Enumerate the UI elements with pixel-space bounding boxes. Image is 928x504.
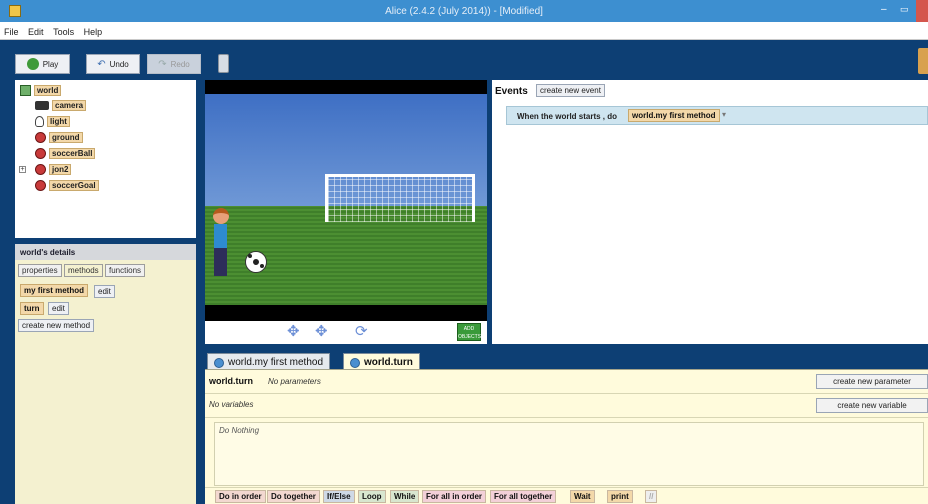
turn-arrows-icon[interactable]: ✥: [315, 322, 328, 340]
undo-icon: ↶: [97, 58, 106, 70]
tab-methods[interactable]: methods: [64, 264, 103, 277]
soccer-ball: [245, 251, 267, 273]
tree-item-light[interactable]: light: [35, 116, 70, 127]
maximize-icon[interactable]: ▭: [900, 4, 912, 16]
play-icon: [26, 58, 39, 70]
tab-world-my-first-method[interactable]: world.my first method: [207, 353, 331, 369]
details-panel: [15, 244, 196, 504]
dropdown-icon[interactable]: ▾: [722, 110, 726, 119]
event-world-starts[interactable]: When the world starts , do world.my firs…: [506, 106, 928, 125]
redo-button[interactable]: ↷ Redo: [147, 54, 201, 74]
no-variables-label: No variables: [209, 400, 254, 409]
menu-edit[interactable]: Edit: [24, 22, 47, 37]
expand-icon[interactable]: +: [19, 166, 26, 173]
if-else-block[interactable]: If/Else: [323, 490, 355, 503]
trash-icon[interactable]: [218, 54, 229, 73]
wait-block[interactable]: Wait: [570, 490, 595, 503]
close-button[interactable]: [916, 0, 928, 22]
menu-file[interactable]: File: [0, 22, 22, 37]
comment-block[interactable]: //: [645, 490, 658, 503]
object-icon: [35, 164, 46, 175]
method-icon: [214, 357, 224, 368]
soccer-goal: [325, 174, 475, 222]
do-together-block[interactable]: Do together: [267, 490, 320, 503]
events-label: Events: [495, 86, 528, 97]
minimize-icon[interactable]: –: [881, 4, 893, 16]
object-icon: [35, 148, 46, 159]
tree-item-jon2[interactable]: jon2: [35, 164, 72, 175]
character-legs: [214, 248, 227, 276]
redo-icon: ↷: [158, 58, 167, 70]
tree-item-world[interactable]: world: [20, 85, 62, 96]
method-icon: [350, 357, 360, 368]
do-in-order-block[interactable]: Do in order: [215, 490, 266, 503]
tab-properties[interactable]: properties: [18, 264, 62, 277]
world-icon: [20, 85, 31, 96]
method-body[interactable]: Do Nothing: [214, 422, 924, 486]
object-icon: [35, 180, 46, 191]
no-parameters-label: No parameters: [268, 377, 321, 386]
add-objects-button[interactable]: ADD OBJECTS: [457, 323, 481, 341]
for-all-together-block[interactable]: For all together: [490, 490, 557, 503]
tilt-arrows-icon[interactable]: ⟳: [355, 322, 368, 340]
details-title: world's details: [15, 244, 196, 260]
method-editor: world.turn No parameters No variables Do…: [205, 369, 928, 504]
tree-item-camera[interactable]: camera: [35, 100, 87, 111]
for-all-in-order-block[interactable]: For all in order: [422, 490, 487, 503]
menu-help[interactable]: Help: [80, 22, 106, 37]
light-icon: [35, 116, 44, 127]
method-my-first-method[interactable]: my first method: [20, 284, 89, 297]
window-title: Alice (2.4.2 (July 2014)) - [Modified]: [385, 6, 543, 17]
tab-functions[interactable]: functions: [105, 264, 146, 277]
event-text: When the world starts , do: [517, 112, 618, 121]
create-new-method-button[interactable]: create new method: [18, 319, 95, 332]
method-turn[interactable]: turn: [20, 302, 44, 315]
character-body: [214, 224, 227, 248]
edit-button[interactable]: edit: [48, 302, 69, 315]
title-bar: Alice (2.4.2 (July 2014)) - [Modified] –…: [0, 0, 928, 22]
scene-view[interactable]: [205, 80, 487, 321]
tree-item-ground[interactable]: ground: [35, 132, 83, 143]
edit-button[interactable]: edit: [94, 285, 115, 298]
loop-block[interactable]: Loop: [358, 490, 386, 503]
character-head: [213, 208, 229, 224]
method-name: world.turn: [209, 376, 253, 386]
create-new-event-button[interactable]: create new event: [536, 84, 605, 97]
tab-world-turn[interactable]: world.turn: [343, 353, 420, 369]
play-button[interactable]: Play: [15, 54, 70, 74]
menu-tools[interactable]: Tools: [49, 22, 77, 37]
while-block[interactable]: While: [390, 490, 420, 503]
create-new-parameter-button[interactable]: create new parameter: [816, 374, 928, 389]
tree-item-soccergoal[interactable]: soccerGoal: [35, 180, 99, 191]
undo-button[interactable]: ↶ Undo: [86, 54, 140, 74]
move-arrows-icon[interactable]: ✥: [287, 322, 300, 340]
camera-icon: [35, 101, 49, 110]
camera-controls: ✥ ✥ ⟳: [205, 321, 487, 344]
object-icon: [35, 132, 46, 143]
print-block[interactable]: print: [607, 490, 633, 503]
create-new-variable-button[interactable]: create new variable: [816, 398, 928, 413]
menu-bar: File Edit Tools Help: [0, 22, 928, 40]
event-method[interactable]: world.my first method: [628, 109, 720, 122]
do-nothing-label: Do Nothing: [219, 426, 260, 435]
side-tab[interactable]: [918, 48, 928, 74]
tree-item-soccerball[interactable]: soccerBall: [35, 148, 96, 159]
